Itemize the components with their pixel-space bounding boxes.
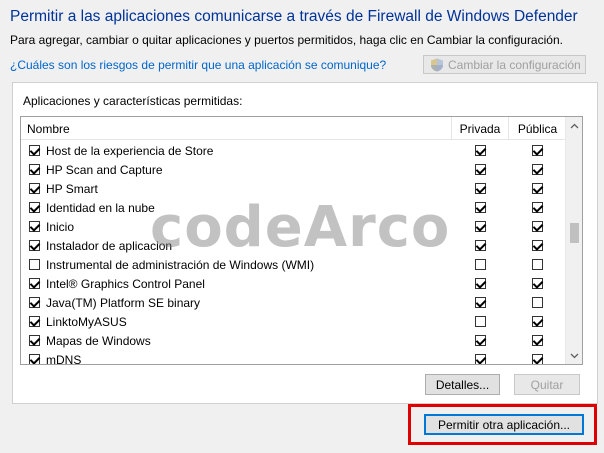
app-name: Mapas de Windows xyxy=(46,333,151,348)
private-checkbox[interactable] xyxy=(475,240,486,251)
public-checkbox[interactable] xyxy=(532,316,543,327)
change-settings-button[interactable]: Cambiar la configuración xyxy=(423,55,586,74)
public-checkbox[interactable] xyxy=(532,145,543,156)
private-checkbox[interactable] xyxy=(475,145,486,156)
app-enabled-checkbox[interactable] xyxy=(29,278,40,289)
remove-button[interactable]: Quitar xyxy=(514,374,580,395)
column-header-public[interactable]: Pública xyxy=(509,117,566,140)
table-row[interactable]: Inicio xyxy=(21,217,566,236)
table-row[interactable]: Java(TM) Platform SE binary xyxy=(21,293,566,312)
public-checkbox[interactable] xyxy=(532,354,543,364)
private-checkbox[interactable] xyxy=(475,202,486,213)
public-checkbox[interactable] xyxy=(532,240,543,251)
table-row[interactable]: LinktoMyASUS xyxy=(21,312,566,331)
table-row[interactable]: Mapas de Windows xyxy=(21,331,566,350)
column-header-private[interactable]: Privada xyxy=(452,117,509,140)
app-rows: Host de la experiencia de Store HP Scan a… xyxy=(21,141,566,365)
details-button[interactable]: Detalles... xyxy=(425,374,500,395)
app-name: HP Scan and Capture xyxy=(46,162,163,177)
app-enabled-checkbox[interactable] xyxy=(29,354,40,364)
table-row[interactable]: Instrumental de administración de Window… xyxy=(21,255,566,274)
app-enabled-checkbox[interactable] xyxy=(29,183,40,194)
app-enabled-checkbox[interactable] xyxy=(29,164,40,175)
highlight-box xyxy=(408,404,597,445)
app-name: Instalador de aplicacion xyxy=(46,238,173,253)
app-name: Java(TM) Platform SE binary xyxy=(46,295,201,310)
table-row[interactable]: HP Scan and Capture xyxy=(21,160,566,179)
app-name: LinktoMyASUS xyxy=(46,314,127,329)
app-enabled-checkbox[interactable] xyxy=(29,202,40,213)
private-checkbox[interactable] xyxy=(475,259,486,270)
private-checkbox[interactable] xyxy=(475,221,486,232)
app-name: Identidad en la nube xyxy=(46,200,155,215)
table-row[interactable]: Intel® Graphics Control Panel xyxy=(21,274,566,293)
public-checkbox[interactable] xyxy=(532,164,543,175)
private-checkbox[interactable] xyxy=(475,297,486,308)
change-settings-label: Cambiar la configuración xyxy=(448,57,581,72)
app-name: HP Smart xyxy=(46,181,98,196)
table-row[interactable]: HP Smart xyxy=(21,179,566,198)
table-row[interactable]: mDNS xyxy=(21,350,566,365)
app-enabled-checkbox[interactable] xyxy=(29,240,40,251)
public-checkbox[interactable] xyxy=(532,202,543,213)
table-row[interactable]: Host de la experiencia de Store xyxy=(21,141,566,160)
column-header-name[interactable]: Nombre xyxy=(21,117,452,140)
private-checkbox[interactable] xyxy=(475,316,486,327)
public-checkbox[interactable] xyxy=(532,297,543,308)
chevron-down-icon[interactable] xyxy=(566,347,582,364)
public-checkbox[interactable] xyxy=(532,259,543,270)
chevron-up-icon[interactable] xyxy=(566,117,582,134)
private-checkbox[interactable] xyxy=(475,354,486,364)
public-checkbox[interactable] xyxy=(532,183,543,194)
app-enabled-checkbox[interactable] xyxy=(29,316,40,327)
page-subtitle: Para agregar, cambiar o quitar aplicacio… xyxy=(10,33,563,47)
app-enabled-checkbox[interactable] xyxy=(29,297,40,308)
risks-link[interactable]: ¿Cuáles son los riesgos de permitir que … xyxy=(10,58,386,72)
allowed-apps-group: Aplicaciones y características permitida… xyxy=(12,82,598,404)
list-header: Nombre Privada Pública xyxy=(21,117,566,140)
private-checkbox[interactable] xyxy=(475,278,486,289)
private-checkbox[interactable] xyxy=(475,183,486,194)
vertical-scrollbar[interactable] xyxy=(565,117,582,364)
app-name: Inicio xyxy=(46,219,75,234)
app-enabled-checkbox[interactable] xyxy=(29,259,40,270)
allowed-apps-label: Aplicaciones y características permitida… xyxy=(23,94,243,108)
app-name: Host de la experiencia de Store xyxy=(46,143,214,158)
page-title: Permitir a las aplicaciones comunicarse … xyxy=(10,8,578,25)
allowed-apps-list[interactable]: Nombre Privada Pública Host de la experi… xyxy=(20,116,583,365)
public-checkbox[interactable] xyxy=(532,335,543,346)
uac-shield-icon xyxy=(430,58,444,72)
table-row[interactable]: Identidad en la nube xyxy=(21,198,566,217)
app-name: mDNS xyxy=(46,352,82,365)
app-name: Instrumental de administración de Window… xyxy=(46,257,315,272)
public-checkbox[interactable] xyxy=(532,221,543,232)
public-checkbox[interactable] xyxy=(532,278,543,289)
private-checkbox[interactable] xyxy=(475,164,486,175)
table-row[interactable]: Instalador de aplicacion xyxy=(21,236,566,255)
private-checkbox[interactable] xyxy=(475,335,486,346)
app-enabled-checkbox[interactable] xyxy=(29,145,40,156)
app-enabled-checkbox[interactable] xyxy=(29,221,40,232)
app-name: Intel® Graphics Control Panel xyxy=(46,276,205,291)
scrollbar-thumb[interactable] xyxy=(570,223,579,243)
app-enabled-checkbox[interactable] xyxy=(29,335,40,346)
